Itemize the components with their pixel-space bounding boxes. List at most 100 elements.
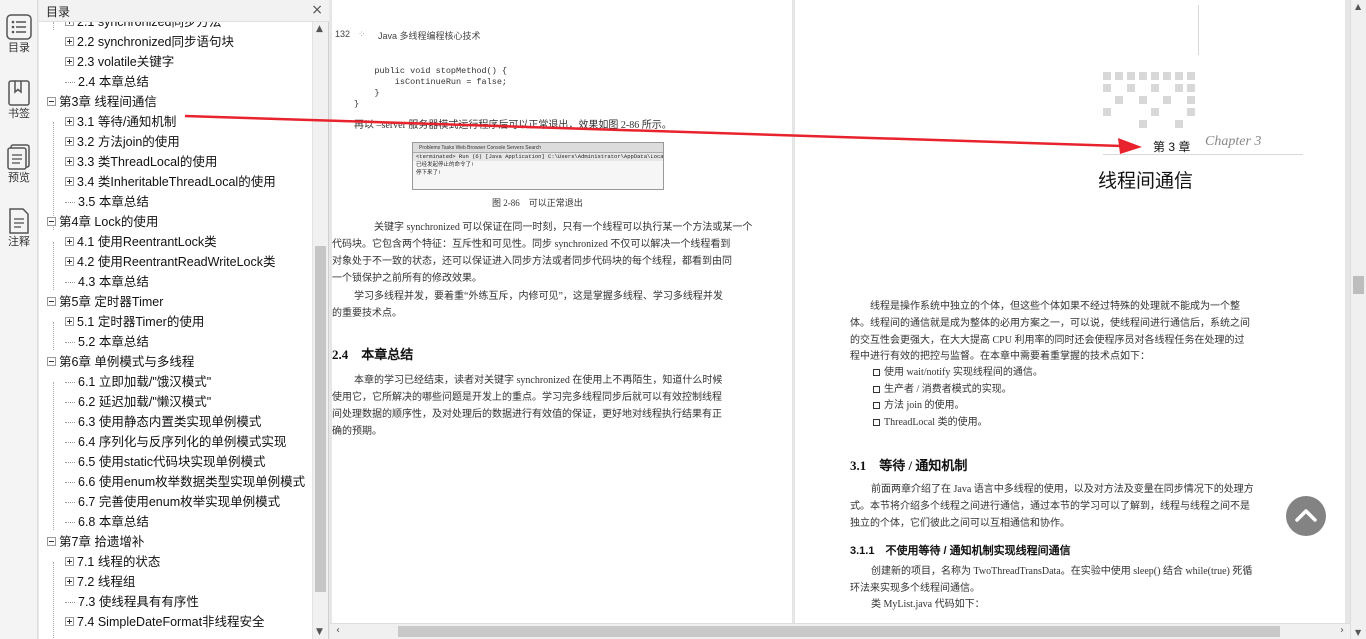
rail-annotation-button[interactable]: 注释: [0, 208, 38, 248]
tree-connector: [65, 502, 75, 504]
toc-section[interactable]: 3.3 类ThreadLocal的使用: [65, 152, 217, 172]
checkbox-icon: [873, 402, 880, 410]
preview-icon: [7, 144, 30, 170]
toc-section[interactable]: 2.4 本章总结: [65, 72, 149, 92]
toc-chapter[interactable]: 第3章 线程间通信: [47, 92, 157, 112]
close-icon[interactable]: ×: [311, 2, 323, 18]
collapse-icon[interactable]: [47, 297, 56, 307]
toc-section[interactable]: 6.1 立即加载/"饿汉模式": [65, 372, 211, 392]
expand-icon[interactable]: [65, 237, 74, 247]
tree-connector: [65, 342, 75, 344]
paragraph: 代码块。它包含两个特征：互斥性和可见性。同步 synchronized 不仅可以…: [332, 239, 731, 250]
toc-item-label: 6.6 使用enum枚举数据类型实现单例模式: [78, 475, 306, 489]
paragraph: 创建新的项目，名称为 TwoThreadTransData。在实验中使用 sle…: [871, 566, 1253, 577]
checkbox-icon: [873, 419, 880, 427]
toc-section[interactable]: 6.2 延迟加载/"懒汉模式": [65, 392, 211, 412]
toc-section[interactable]: 6.3 使用静态内置类实现单例模式: [65, 412, 261, 432]
toc-chapter[interactable]: 第7章 拾遗增补: [47, 532, 144, 552]
collapse-icon[interactable]: [47, 97, 56, 107]
bullet-text: ThreadLocal 类的使用。: [884, 417, 988, 428]
toc-section[interactable]: 6.4 序列化与反序列化的单例模式实现: [65, 432, 286, 452]
expand-icon[interactable]: [65, 177, 74, 187]
horizontal-scroll-thumb[interactable]: [398, 626, 1280, 637]
horizontal-scrollbar[interactable]: ‹ ›: [330, 623, 1350, 639]
tree-connector: [65, 462, 75, 464]
scroll-down-icon[interactable]: ▼: [316, 627, 323, 637]
toc-chapter[interactable]: 第6章 单例模式与多线程: [47, 352, 194, 372]
toc-section[interactable]: 2.3 volatile关键字: [65, 52, 174, 72]
toc-section[interactable]: 3.2 方法join的使用: [65, 132, 180, 152]
rail-preview-button[interactable]: 预览: [0, 144, 38, 184]
back-to-top-button[interactable]: [1286, 496, 1326, 536]
toc-section[interactable]: 7.2 线程组: [65, 572, 135, 592]
toc-section[interactable]: 7.4 SimpleDateFormat非线程安全: [65, 612, 265, 632]
toc-section[interactable]: 3.4 类InheritableThreadLocal的使用: [65, 172, 276, 192]
toc-section[interactable]: 3.5 本章总结: [65, 192, 149, 212]
tree-connector: [65, 282, 75, 284]
toc-scrollbar[interactable]: ▲ ▼: [312, 22, 328, 639]
toc-chapter[interactable]: 第5章 定时器Timer: [47, 292, 163, 312]
toc-item-label: 第6章 单例模式与多线程: [59, 355, 195, 369]
toc-section[interactable]: 6.5 使用static代码块实现单例模式: [65, 452, 266, 472]
tree-connector: [65, 602, 75, 604]
checkbox-icon: [873, 386, 880, 394]
toc-section[interactable]: 5.2 本章总结: [65, 332, 149, 352]
scroll-down-icon[interactable]: ▼: [1355, 628, 1361, 637]
bullet-item: 使用 wait/notify 实现线程间的通信。: [873, 364, 1043, 381]
paragraph: 间处理数据的顺序性，及对处理后的数据进行有效值的保证，更好地对线程执行结果有正: [332, 409, 722, 420]
toc-section[interactable]: 6.6 使用enum枚举数据类型实现单例模式: [65, 472, 305, 492]
scroll-right-icon[interactable]: ›: [1340, 625, 1344, 636]
scroll-up-icon[interactable]: ▲: [1355, 2, 1361, 11]
toc-section[interactable]: 2.2 synchronized同步语句块: [65, 32, 234, 52]
chapter-label: 第 3 章: [1153, 140, 1191, 154]
toc-section[interactable]: 2.1 synchronized同步方法: [65, 22, 222, 32]
section-heading: 3.1 等待 / 通知机制: [850, 458, 968, 473]
toc-section[interactable]: 4.2 使用ReentrantReadWriteLock类: [65, 252, 275, 272]
paragraph: 体。线程间的通信就是成为整体的必用方案之一，可以说，使线程间进行通信后，系统之间: [850, 318, 1250, 329]
console-screenshot: Problems Tasks Web Browser Console Serve…: [412, 142, 664, 190]
expand-icon[interactable]: [65, 577, 74, 587]
expand-icon[interactable]: [65, 117, 74, 127]
bullet-item: 方法 join 的使用。: [873, 397, 965, 414]
toc-section[interactable]: 3.1 等待/通知机制: [65, 112, 176, 132]
expand-icon[interactable]: [65, 617, 74, 627]
toc-section[interactable]: 6.8 本章总结: [65, 512, 149, 532]
toc-section[interactable]: 4.3 本章总结: [65, 272, 149, 292]
vertical-scrollbar[interactable]: ▲ ▼: [1350, 0, 1366, 639]
collapse-icon[interactable]: [47, 217, 56, 227]
toc-item-label: 第3章 线程间通信: [59, 95, 157, 109]
tree-guide: [53, 382, 54, 530]
scroll-up-icon[interactable]: ▲: [316, 24, 323, 34]
expand-icon[interactable]: [65, 37, 74, 47]
toc-section[interactable]: 7.1 线程的状态: [65, 552, 160, 572]
expand-icon[interactable]: [65, 157, 74, 167]
toc-item-label: 第5章 定时器Timer: [59, 295, 164, 309]
expand-icon[interactable]: [65, 22, 74, 27]
expand-icon[interactable]: [65, 257, 74, 267]
toc-section[interactable]: 6.7 完善使用enum枚举实现单例模式: [65, 492, 280, 512]
bullet-text: 使用 wait/notify 实现线程间的通信。: [884, 367, 1043, 378]
rail-bookmark-button[interactable]: 书签: [0, 80, 38, 120]
toc-section[interactable]: 7.3 使线程具有有序性: [65, 592, 199, 612]
rail-toc-button[interactable]: 目录: [0, 14, 38, 54]
expand-icon[interactable]: [65, 57, 74, 67]
vertical-scroll-thumb[interactable]: [1353, 276, 1364, 294]
checkbox-icon: [873, 369, 880, 377]
scroll-left-icon[interactable]: ‹: [336, 625, 340, 636]
paragraph: 本章的学习已经结束，读者对关键字 synchronized 在使用上不再陌生，知…: [354, 375, 723, 386]
toc-section[interactable]: 5.1 定时器Timer的使用: [65, 312, 204, 332]
toc-item-label: 2.2 synchronized同步语句块: [77, 35, 235, 49]
rail-annotation-label: 注释: [8, 235, 30, 248]
toc-section[interactable]: 4.1 使用ReentrantLock类: [65, 232, 217, 252]
expand-icon[interactable]: [65, 137, 74, 147]
collapse-icon[interactable]: [47, 357, 56, 367]
toc-chapter[interactable]: 第4章 Lock的使用: [47, 212, 158, 232]
toc-scroll-thumb[interactable]: [315, 246, 326, 592]
expand-icon[interactable]: [65, 317, 74, 327]
toc-item-label: 3.4 类InheritableThreadLocal的使用: [77, 175, 276, 189]
expand-icon[interactable]: [65, 557, 74, 567]
toc-item-label: 4.2 使用ReentrantReadWriteLock类: [77, 255, 276, 269]
collapse-icon[interactable]: [47, 537, 56, 547]
tree-connector: [65, 82, 75, 84]
document-view[interactable]: 132 ⁘ Java 多线程编程核心技术 public void stopMet…: [330, 0, 1350, 623]
